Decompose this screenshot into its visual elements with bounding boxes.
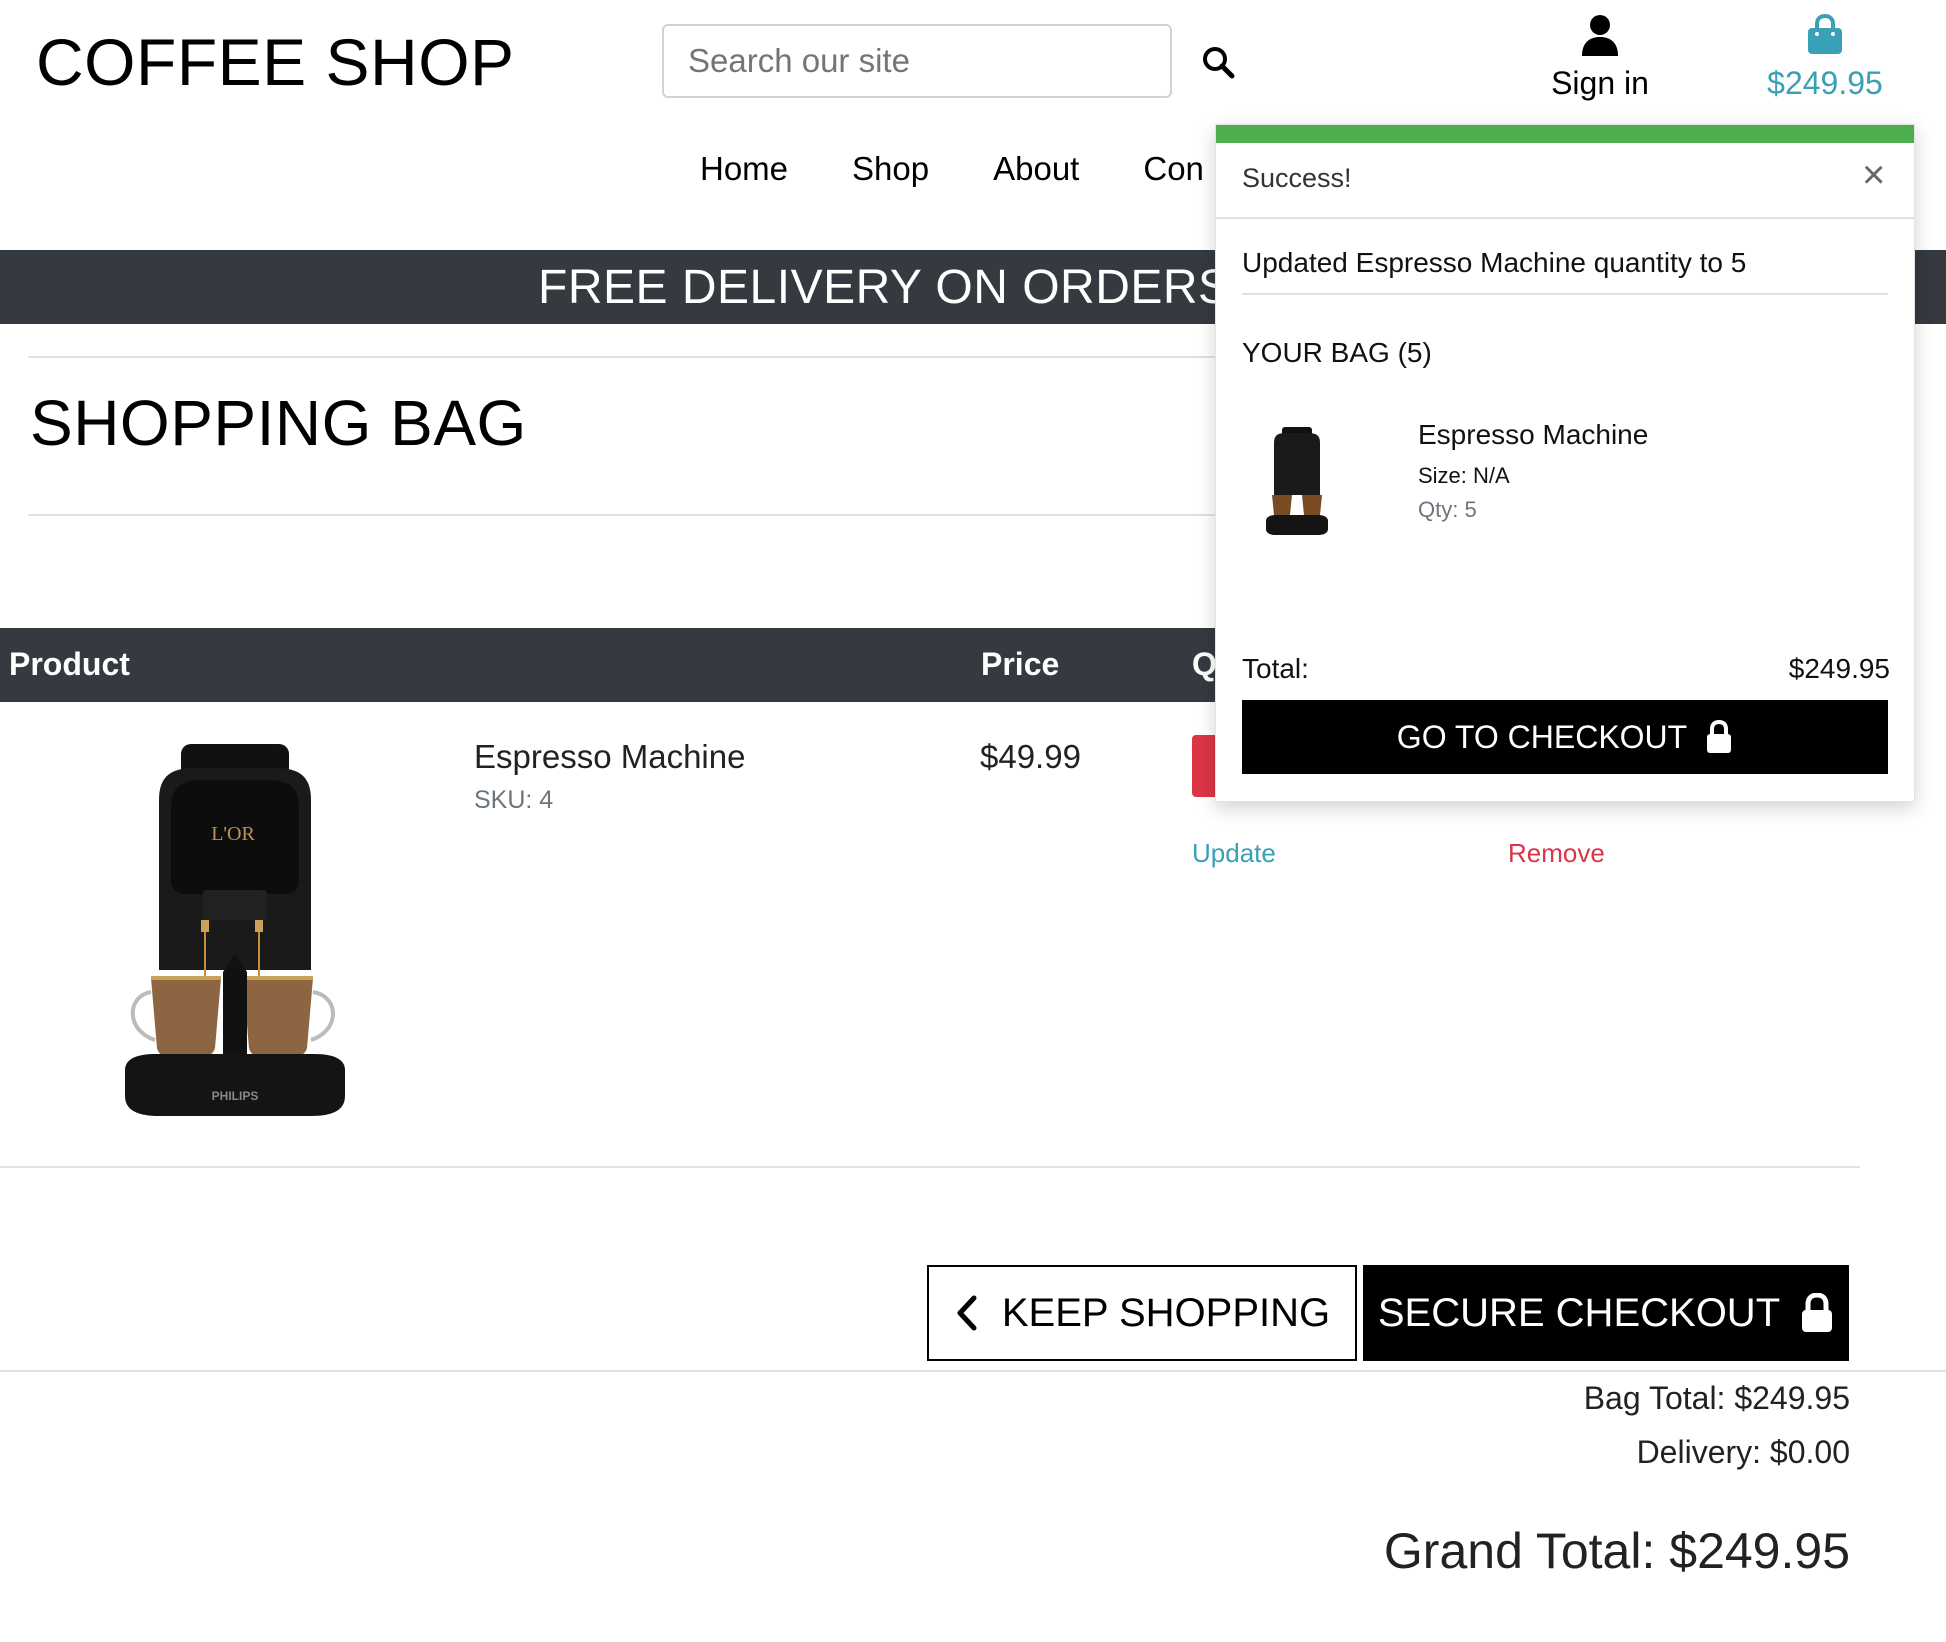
toast-close-button[interactable]: × bbox=[1862, 155, 1885, 195]
toast-item-size: Size: N/A bbox=[1418, 463, 1510, 488]
toast-bag-heading: YOUR BAG (5) bbox=[1242, 337, 1432, 368]
toast-divider bbox=[1242, 293, 1888, 295]
bag-link[interactable]: $249.95 bbox=[1750, 13, 1900, 102]
chevron-left-icon bbox=[957, 1295, 977, 1331]
remove-link[interactable]: Remove bbox=[1508, 838, 1605, 869]
table-header: Product Price Q bbox=[0, 628, 1250, 702]
toast-item-name: Espresso Machine bbox=[1418, 419, 1649, 450]
lock-icon bbox=[1802, 1293, 1833, 1332]
search-input[interactable] bbox=[662, 24, 1172, 98]
toast-item-image[interactable] bbox=[1262, 425, 1332, 542]
bag-total-amount: $249.95 bbox=[1767, 65, 1883, 101]
go-to-checkout-label: GO TO CHECKOUT bbox=[1396, 718, 1688, 755]
main-nav: Home Shop About Con bbox=[700, 150, 1204, 188]
column-header-price: Price bbox=[981, 646, 1060, 682]
banner-text: FREE DELIVERY ON ORDERS OV bbox=[538, 261, 1315, 314]
product-image-brand: PHILIPS bbox=[212, 1089, 259, 1103]
toast-divider bbox=[1216, 217, 1914, 219]
success-toast: Success! × Updated Espresso Machine quan… bbox=[1215, 124, 1915, 802]
toast-success-bar bbox=[1216, 125, 1914, 143]
page-title: SHOPPING BAG bbox=[30, 387, 527, 459]
toast-message: Updated Espresso Machine quantity to 5 bbox=[1242, 247, 1747, 278]
column-header-product: Product bbox=[9, 646, 130, 682]
divider bbox=[0, 1166, 1860, 1168]
sign-in-label: Sign in bbox=[1551, 65, 1649, 101]
keep-shopping-label: KEEP SHOPPING bbox=[1001, 1290, 1331, 1335]
divider bbox=[28, 514, 1218, 516]
product-name[interactable]: Espresso Machine bbox=[474, 738, 745, 776]
product-image[interactable]: L'OR PHILIPS bbox=[115, 740, 355, 1125]
column-header-qty: Q bbox=[1192, 646, 1217, 682]
user-icon bbox=[1582, 15, 1618, 56]
delivery-summary: Delivery: $0.00 bbox=[1636, 1434, 1850, 1470]
product-price: $49.99 bbox=[980, 738, 1081, 775]
update-link[interactable]: Update bbox=[1192, 838, 1276, 869]
toast-item-qty: Qty: 5 bbox=[1418, 497, 1477, 522]
lock-icon bbox=[1707, 720, 1732, 753]
toast-total-value: $249.95 bbox=[1788, 653, 1890, 684]
site-logo[interactable]: COFFEE SHOP bbox=[36, 24, 515, 100]
go-to-checkout-button[interactable]: GO TO CHECKOUT bbox=[1242, 700, 1888, 774]
keep-shopping-button[interactable]: KEEP SHOPPING bbox=[927, 1265, 1357, 1361]
grand-total: Grand Total: $249.95 bbox=[1383, 1523, 1850, 1579]
svg-text:L'OR: L'OR bbox=[211, 823, 255, 845]
espresso-machine-image: L'OR PHILIPS bbox=[125, 744, 345, 1116]
nav-item-contact[interactable]: Con bbox=[1143, 150, 1204, 188]
divider bbox=[0, 1370, 1946, 1372]
shopping-bag-icon bbox=[1808, 13, 1842, 54]
secure-checkout-button[interactable]: SECURE CHECKOUT bbox=[1363, 1265, 1849, 1361]
toast-title: Success! bbox=[1242, 163, 1352, 193]
secure-checkout-label: SECURE CHECKOUT bbox=[1377, 1290, 1781, 1335]
search-button[interactable] bbox=[1190, 34, 1246, 90]
search-icon bbox=[1203, 47, 1235, 79]
nav-item-home[interactable]: Home bbox=[700, 150, 788, 188]
toast-total-label: Total: bbox=[1242, 653, 1309, 684]
divider bbox=[28, 356, 1218, 358]
espresso-machine-thumbnail bbox=[1266, 427, 1328, 535]
bag-total-summary: Bag Total: $249.95 bbox=[1583, 1380, 1850, 1416]
sign-in-link[interactable]: Sign in bbox=[1540, 14, 1660, 102]
product-sku: SKU: 4 bbox=[474, 786, 554, 814]
nav-item-about[interactable]: About bbox=[993, 150, 1079, 188]
nav-item-shop[interactable]: Shop bbox=[852, 150, 929, 188]
